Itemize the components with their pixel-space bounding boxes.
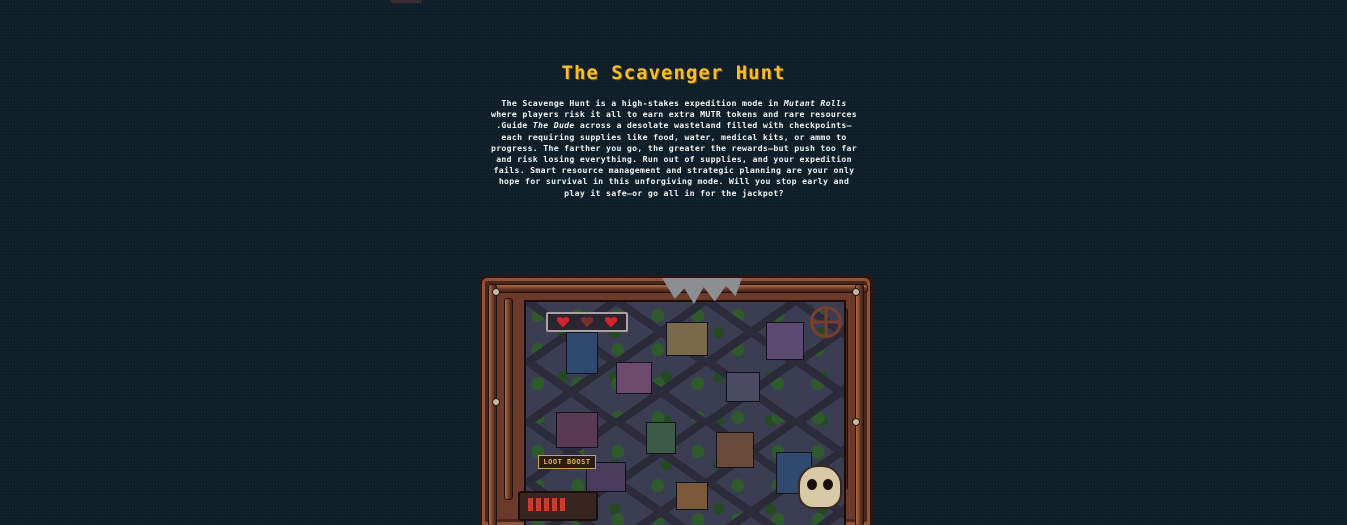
building — [646, 422, 676, 454]
console-bar — [544, 498, 549, 511]
character-name: The Dude — [532, 120, 575, 131]
building — [716, 432, 754, 468]
game-name: Mutant Rolls — [783, 98, 847, 108]
bolt-icon — [852, 288, 860, 296]
frame-pipe-inner-left — [504, 298, 513, 500]
console-bar — [560, 498, 565, 511]
game-preview-image: LOOT BOOST — [479, 275, 873, 525]
valve-wheel-icon — [810, 306, 842, 338]
building — [676, 482, 708, 510]
building — [566, 332, 598, 374]
building — [726, 372, 760, 402]
description-text-1: The Scavenge Hunt is a high-stakes exped… — [501, 98, 784, 108]
control-console — [518, 491, 598, 521]
building — [766, 322, 804, 360]
building — [666, 322, 708, 356]
building — [556, 412, 598, 448]
heart-icon — [605, 316, 617, 328]
scavenger-hunt-section: The Scavenger Hunt The Scavenge Hunt is … — [0, 0, 1347, 525]
building — [616, 362, 652, 394]
console-bar — [552, 498, 557, 511]
section-title: The Scavenger Hunt — [561, 62, 786, 84]
heart-icon — [557, 316, 569, 328]
skull-icon — [798, 465, 842, 509]
heart-icon — [581, 316, 593, 328]
health-hud — [546, 312, 628, 332]
bolt-icon — [492, 288, 500, 296]
description-text-3: across a desolate wasteland filled with … — [490, 120, 858, 198]
bolt-icon — [852, 418, 860, 426]
loot-boost-panel: LOOT BOOST — [538, 455, 596, 469]
frame-pipe-right — [855, 284, 864, 525]
bolt-icon — [492, 398, 500, 406]
console-bar — [528, 498, 533, 511]
section-description: The Scavenge Hunt is a high-stakes exped… — [488, 98, 860, 199]
console-bar — [536, 498, 541, 511]
